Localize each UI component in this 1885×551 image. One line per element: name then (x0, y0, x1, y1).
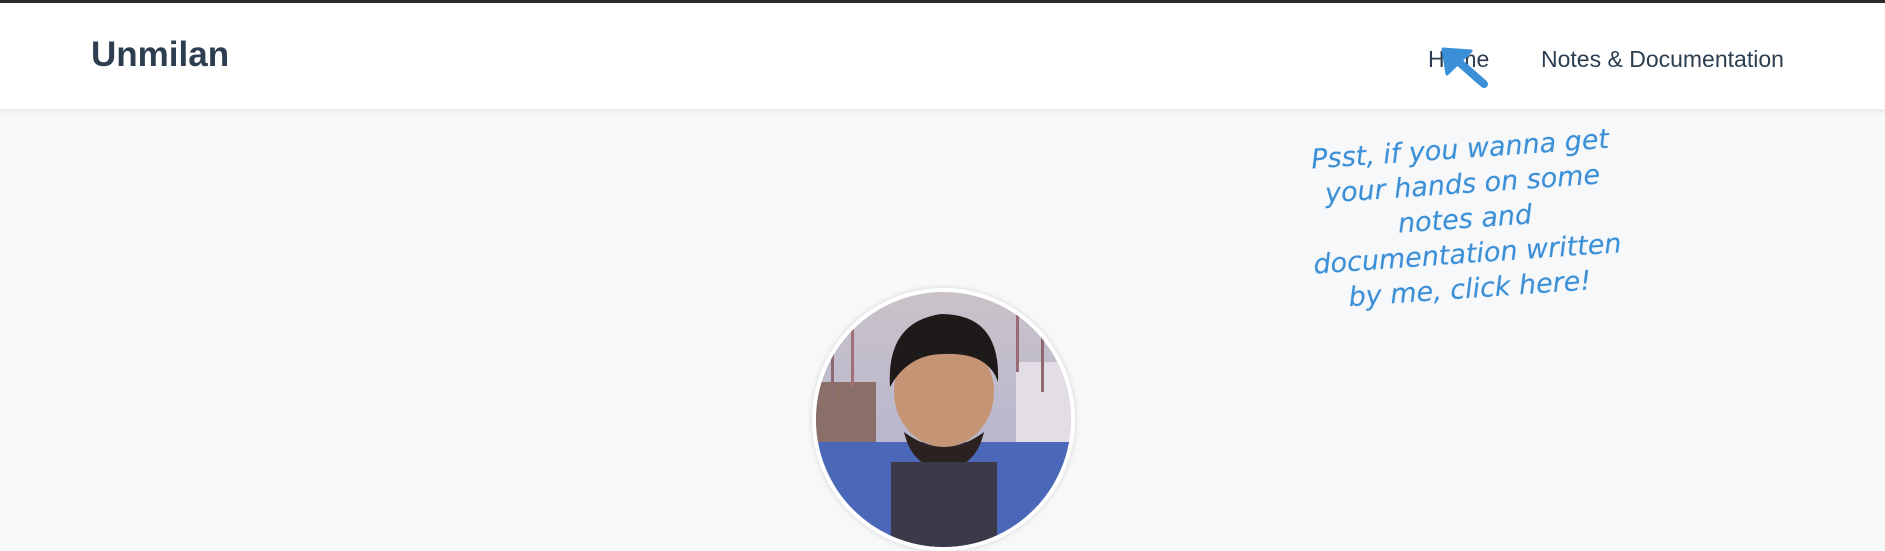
site-header: Unmilan Home Notes & Documentation (0, 3, 1885, 109)
arrow-up-left-icon (1441, 47, 1488, 88)
profile-photo (816, 292, 1071, 547)
profile-avatar (812, 288, 1075, 551)
notes-hint-annotation[interactable]: Psst, if you wanna get your hands on som… (1294, 121, 1635, 319)
brand-logo-link[interactable]: Unmilan (91, 35, 229, 75)
nav-notes-documentation-link[interactable]: Notes & Documentation (1541, 46, 1784, 73)
